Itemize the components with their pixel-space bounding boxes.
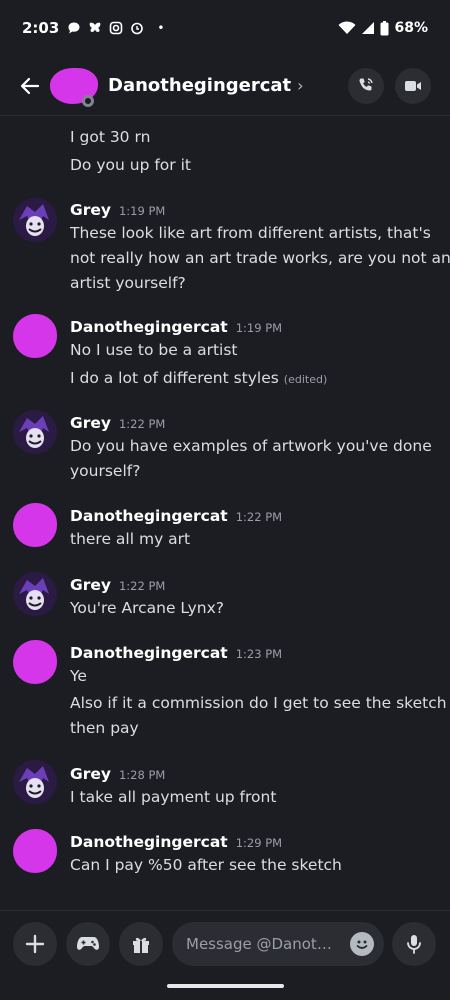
timestamp: 1:22 PM — [235, 510, 283, 524]
message-text: I do a lot of different styles — [70, 369, 279, 387]
message-composer — [0, 910, 450, 978]
gift-icon — [133, 937, 149, 953]
battery-percent: 68% — [394, 20, 428, 36]
voice-message-button[interactable] — [392, 922, 436, 966]
character-avatar-image — [13, 760, 57, 804]
message-text: there all my art — [70, 530, 191, 548]
dm-header: Danothegingercat › — [0, 56, 450, 116]
message-header: Grey 1:22 PM — [70, 576, 165, 594]
user-avatar-grey[interactable] — [13, 760, 57, 804]
back-arrow-icon[interactable] — [18, 74, 42, 98]
instagram-icon — [110, 21, 123, 35]
author-name[interactable]: Danothegingercat — [70, 318, 228, 336]
character-avatar-image — [13, 572, 57, 616]
message-line: I do a lot of different styles (edited) — [70, 369, 327, 387]
signal-icon — [362, 22, 375, 34]
more-notifications-dot: • — [157, 21, 165, 35]
voice-call-button[interactable] — [348, 68, 384, 104]
message-text: Ye — [70, 667, 87, 685]
message-text: Also if it a commission do I get to see … — [70, 694, 447, 712]
plus-icon — [25, 934, 45, 954]
emoji-icon — [356, 940, 368, 949]
author-name[interactable]: Grey — [70, 414, 111, 432]
author-name[interactable]: Danothegingercat — [70, 644, 228, 662]
wifi-icon — [338, 21, 356, 34]
edited-label: (edited) — [283, 373, 328, 386]
contact-avatar[interactable] — [50, 66, 98, 107]
character-avatar-image — [13, 198, 57, 242]
timestamp: 1:22 PM — [118, 579, 166, 593]
offline-status-indicator — [82, 94, 94, 107]
message-header: Grey 1:22 PM — [70, 414, 165, 432]
timestamp: 1:28 PM — [118, 768, 166, 782]
message-list[interactable]: I got 30 rn Do you up for it Grey 1:19 PM… — [0, 117, 450, 910]
video-call-button[interactable] — [395, 68, 431, 104]
microphone-icon — [407, 935, 421, 954]
gift-button[interactable] — [119, 922, 163, 966]
author-name[interactable]: Grey — [70, 765, 111, 783]
alarm-icon — [131, 22, 144, 35]
user-avatar-grey[interactable] — [13, 198, 57, 242]
message-text: I take all payment up front — [70, 788, 277, 806]
timestamp: 1:23 PM — [235, 647, 283, 661]
message-text: then pay — [70, 719, 139, 737]
system-indicators: 68% — [338, 20, 428, 36]
timestamp: 1:22 PM — [118, 417, 166, 431]
message-text: I got 30 rn — [70, 128, 151, 146]
notification-icons: • — [67, 21, 164, 35]
activities-button[interactable] — [66, 922, 110, 966]
message-input[interactable] — [186, 935, 336, 953]
author-name[interactable]: Danothegingercat — [70, 507, 228, 525]
message-text: These look like art from different artis… — [70, 224, 431, 242]
message-input-container[interactable] — [172, 922, 384, 966]
message-text: You're Arcane Lynx? — [70, 599, 225, 617]
user-avatar-danothegingercat[interactable] — [13, 829, 57, 873]
message-header: Danothegingercat 1:22 PM — [70, 507, 282, 525]
message-text: not really how an art trade works, are y… — [70, 249, 450, 267]
character-avatar-image — [13, 410, 57, 454]
author-name[interactable]: Grey — [70, 201, 111, 219]
video-call-icon — [405, 81, 421, 91]
message-text: Do you up for it — [70, 156, 191, 174]
timestamp: 1:29 PM — [235, 836, 283, 850]
author-name[interactable]: Grey — [70, 576, 111, 594]
chevron-right-icon[interactable]: › — [297, 76, 303, 95]
author-name[interactable]: Danothegingercat — [70, 833, 228, 851]
add-attachment-button[interactable] — [13, 922, 57, 966]
status-time: 2:03 — [22, 19, 60, 37]
gamepad-icon — [77, 937, 99, 950]
timestamp: 1:19 PM — [235, 321, 283, 335]
user-avatar-danothegingercat[interactable] — [13, 503, 57, 547]
message-header: Danothegingercat 1:29 PM — [70, 833, 282, 851]
user-avatar-danothegingercat[interactable] — [13, 640, 57, 684]
contact-name[interactable]: Danothegingercat — [108, 75, 291, 96]
message-icon — [68, 22, 80, 34]
message-header: Grey 1:19 PM — [70, 201, 165, 219]
gesture-home-bar[interactable] — [167, 984, 284, 988]
timestamp: 1:19 PM — [118, 204, 166, 218]
message-text: yourself? — [70, 462, 141, 480]
message-header: Danothegingercat 1:23 PM — [70, 644, 282, 662]
user-avatar-grey[interactable] — [13, 572, 57, 616]
butterfly-icon — [89, 22, 101, 32]
user-avatar-grey[interactable] — [13, 410, 57, 454]
message-text: artist yourself? — [70, 274, 186, 292]
status-bar: 2:03 • 68% — [0, 0, 450, 56]
message-text: No I use to be a artist — [70, 341, 238, 359]
voice-call-icon — [359, 78, 373, 91]
battery-icon — [380, 20, 389, 35]
message-header: Grey 1:28 PM — [70, 765, 165, 783]
message-text: Can I pay %50 after see the sketch — [70, 856, 342, 874]
message-text: Do you have examples of artwork you've d… — [70, 437, 432, 455]
user-avatar-danothegingercat[interactable] — [13, 314, 57, 358]
emoji-button[interactable] — [350, 932, 374, 956]
message-header: Danothegingercat 1:19 PM — [70, 318, 282, 336]
